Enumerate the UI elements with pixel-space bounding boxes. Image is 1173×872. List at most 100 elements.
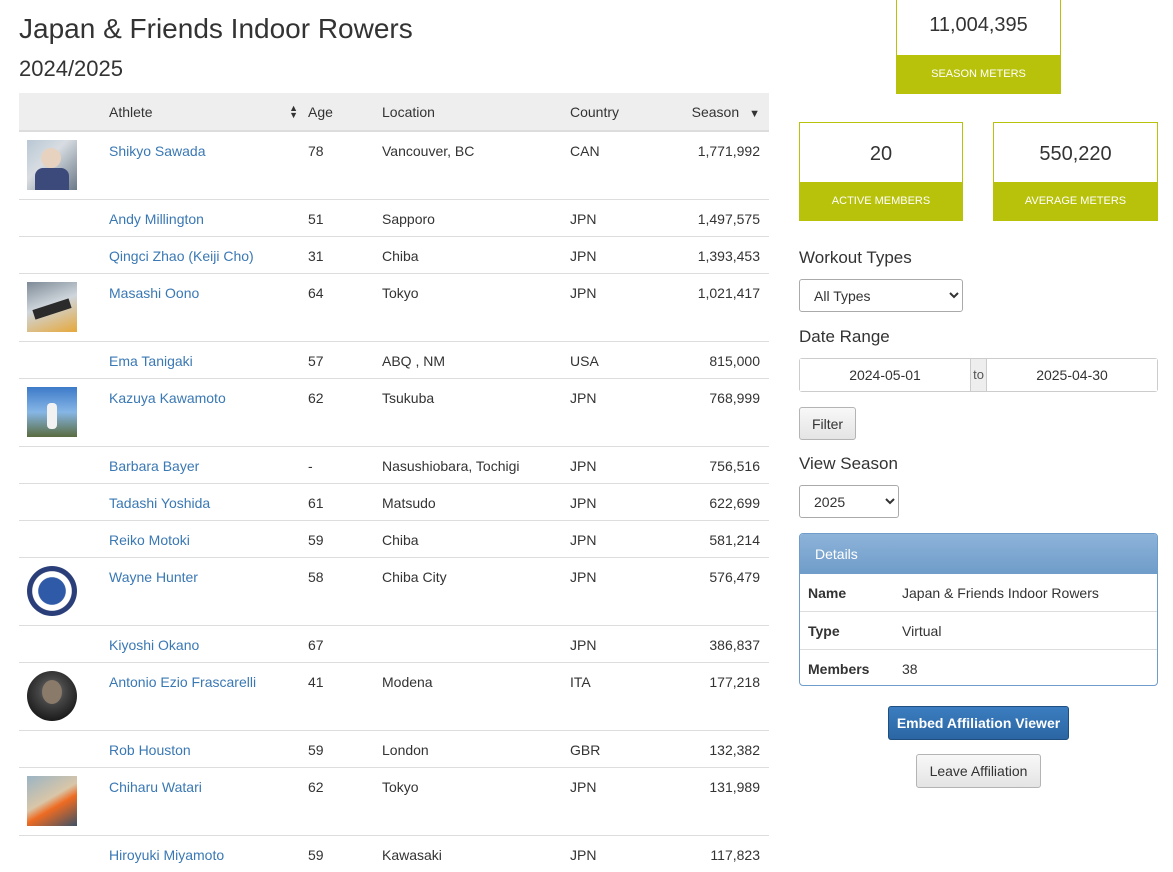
athlete-season-meters: 132,382 <box>658 731 769 768</box>
athlete-photo[interactable] <box>27 776 77 826</box>
athlete-age: 59 <box>308 521 382 558</box>
table-row: Hiroyuki Miyamoto 59 Kawasaki JPN 117,82… <box>19 836 769 872</box>
athlete-photo[interactable] <box>27 140 77 190</box>
end-date-input[interactable] <box>987 359 1157 391</box>
date-range-heading: Date Range <box>799 327 890 347</box>
athlete-location: Chiba <box>382 521 570 558</box>
athlete-link[interactable]: Ema Tanigaki <box>109 353 193 369</box>
athlete-season-meters: 768,999 <box>658 379 769 447</box>
table-row: Masashi Oono 64 Tokyo JPN 1,021,417 <box>19 274 769 342</box>
details-row-type: Type Virtual <box>800 611 1157 649</box>
season-column-header[interactable]: Season▼ <box>658 93 769 131</box>
athlete-location: Nasushiobara, Tochigi <box>382 447 570 484</box>
athlete-age: 59 <box>308 836 382 872</box>
athlete-location: Tokyo <box>382 768 570 836</box>
season-meters-label: SEASON METERS <box>897 55 1060 93</box>
leave-affiliation-button[interactable]: Leave Affiliation <box>916 754 1041 788</box>
table-row: Kiyoshi Okano 67 JPN 386,837 <box>19 626 769 663</box>
athlete-location: London <box>382 731 570 768</box>
table-row: Tadashi Yoshida 61 Matsudo JPN 622,699 <box>19 484 769 521</box>
start-date-input[interactable] <box>800 359 970 391</box>
athlete-country: JPN <box>570 237 658 274</box>
table-header-row: Athlete ▲▼ Age Location Country Season▼ <box>19 93 769 131</box>
date-to-label: to <box>970 359 987 391</box>
athlete-country: JPN <box>570 447 658 484</box>
athlete-age: 31 <box>308 237 382 274</box>
sort-icon[interactable]: ▲▼ <box>289 105 298 119</box>
athlete-age: 57 <box>308 342 382 379</box>
athlete-column-header[interactable]: Athlete ▲▼ <box>109 93 308 131</box>
athlete-link[interactable]: Chiharu Watari <box>109 779 202 795</box>
details-type-label: Type <box>800 623 902 639</box>
athlete-link[interactable]: Wayne Hunter <box>109 569 198 585</box>
athlete-country: CAN <box>570 131 658 200</box>
details-header: Details <box>800 534 1157 574</box>
athlete-age: 64 <box>308 274 382 342</box>
athlete-link[interactable]: Shikyo Sawada <box>109 143 206 159</box>
athlete-photo[interactable] <box>27 282 77 332</box>
athlete-link[interactable]: Andy Millington <box>109 211 204 227</box>
workout-types-heading: Workout Types <box>799 248 912 268</box>
season-meters-value: 11,004,395 <box>897 0 1060 37</box>
details-type-value: Virtual <box>902 623 941 639</box>
athlete-link[interactable]: Masashi Oono <box>109 285 199 301</box>
table-row: Antonio Ezio Frascarelli 41 Modena ITA 1… <box>19 663 769 731</box>
athlete-table: Athlete ▲▼ Age Location Country Season▼ … <box>19 93 769 872</box>
location-column-header[interactable]: Location <box>382 93 570 131</box>
embed-affiliation-viewer-button[interactable]: Embed Affiliation Viewer <box>888 706 1069 740</box>
athlete-season-meters: 117,823 <box>658 836 769 872</box>
details-name-value: Japan & Friends Indoor Rowers <box>902 585 1099 601</box>
athlete-link[interactable]: Reiko Motoki <box>109 532 190 548</box>
athlete-link[interactable]: Antonio Ezio Frascarelli <box>109 674 256 690</box>
athlete-season-meters: 756,516 <box>658 447 769 484</box>
table-row: Wayne Hunter 58 Chiba City JPN 576,479 <box>19 558 769 626</box>
date-range-group: to <box>799 358 1158 392</box>
table-row: Shikyo Sawada 78 Vancouver, BC CAN 1,771… <box>19 131 769 200</box>
athlete-link[interactable]: Qingci Zhao (Keiji Cho) <box>109 248 254 264</box>
athlete-photo[interactable] <box>27 671 77 721</box>
view-season-heading: View Season <box>799 454 898 474</box>
athlete-country: ITA <box>570 663 658 731</box>
table-row: Chiharu Watari 62 Tokyo JPN 131,989 <box>19 768 769 836</box>
athlete-link[interactable]: Hiroyuki Miyamoto <box>109 847 224 863</box>
average-meters-value: 550,220 <box>994 123 1157 166</box>
active-members-label: ACTIVE MEMBERS <box>800 182 962 220</box>
average-meters-label: AVERAGE METERS <box>994 182 1157 220</box>
athlete-location: Matsudo <box>382 484 570 521</box>
filter-button[interactable]: Filter <box>799 407 856 440</box>
athlete-country: JPN <box>570 274 658 342</box>
athlete-age: 62 <box>308 379 382 447</box>
active-members-value: 20 <box>800 123 962 166</box>
athlete-age: 67 <box>308 626 382 663</box>
athlete-country: JPN <box>570 200 658 237</box>
athlete-age: - <box>308 447 382 484</box>
season-select[interactable]: 2025 <box>799 485 899 518</box>
age-column-header[interactable]: Age <box>308 93 382 131</box>
athlete-link[interactable]: Tadashi Yoshida <box>109 495 210 511</box>
table-row: Ema Tanigaki 57 ABQ , NM USA 815,000 <box>19 342 769 379</box>
season-subtitle: 2024/2025 <box>19 56 123 82</box>
table-row: Kazuya Kawamoto 62 Tsukuba JPN 768,999 <box>19 379 769 447</box>
athlete-photo[interactable] <box>27 387 77 437</box>
athlete-country: JPN <box>570 558 658 626</box>
athlete-season-meters: 815,000 <box>658 342 769 379</box>
chevron-down-icon[interactable]: ▼ <box>749 108 760 120</box>
athlete-country: JPN <box>570 521 658 558</box>
athlete-link[interactable]: Kiyoshi Okano <box>109 637 199 653</box>
workout-type-select[interactable]: All Types <box>799 279 963 312</box>
athlete-season-meters: 386,837 <box>658 626 769 663</box>
athlete-location: Chiba City <box>382 558 570 626</box>
athlete-location <box>382 626 570 663</box>
athlete-link[interactable]: Barbara Bayer <box>109 458 199 474</box>
athlete-photo[interactable] <box>27 566 77 616</box>
athlete-season-meters: 131,989 <box>658 768 769 836</box>
athlete-link[interactable]: Rob Houston <box>109 742 191 758</box>
athlete-country: USA <box>570 342 658 379</box>
athlete-season-meters: 622,699 <box>658 484 769 521</box>
table-row: Andy Millington 51 Sapporo JPN 1,497,575 <box>19 200 769 237</box>
country-column-header[interactable]: Country <box>570 93 658 131</box>
table-row: Barbara Bayer - Nasushiobara, Tochigi JP… <box>19 447 769 484</box>
athlete-link[interactable]: Kazuya Kawamoto <box>109 390 226 406</box>
athlete-location: Tokyo <box>382 274 570 342</box>
athlete-location: Sapporo <box>382 200 570 237</box>
